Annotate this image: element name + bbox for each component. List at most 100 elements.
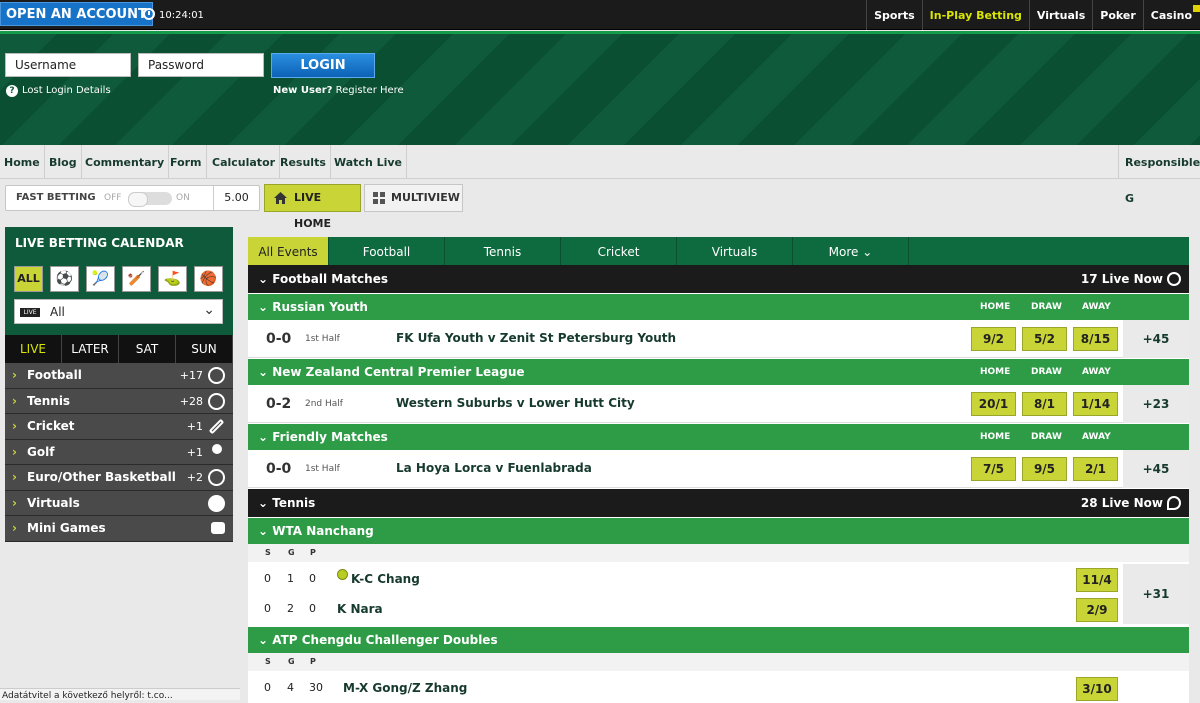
odd-draw[interactable]: 5/2 <box>1022 327 1067 351</box>
sport-item-mini-games[interactable]: › Mini Games <box>5 516 233 542</box>
event-score: 0-0 <box>266 331 292 347</box>
draw-header: DRAW <box>1031 367 1062 377</box>
event-row: 0-2 2nd Half Western Suburbs v Lower Hut… <box>248 385 1189 423</box>
subnav-form[interactable]: Form <box>166 145 207 179</box>
subnav-blog[interactable]: Blog <box>45 145 82 179</box>
tennis-live-count: 28 Live Now <box>1080 496 1163 510</box>
league-header[interactable]: ⌄ New Zealand Central Premier League HOME… <box>248 359 1189 385</box>
player-odd[interactable]: 3/10 <box>1076 677 1118 701</box>
football-section-header[interactable]: ⌄ Football Matches 17 Live Now <box>248 265 1189 293</box>
nav-in-play-betting[interactable]: In-Play Betting <box>921 0 1029 30</box>
subnav-results[interactable]: Results <box>276 145 331 179</box>
sport-item-basketball[interactable]: › Euro/Other Basketball +2 <box>5 465 233 491</box>
subnav-watch-live[interactable]: Watch Live <box>330 145 408 179</box>
filter-all-button[interactable]: ALL <box>14 266 43 292</box>
grid-icon <box>373 192 385 204</box>
player-name: K-C Chang <box>351 572 420 586</box>
register-label: Register Here <box>332 85 404 96</box>
league-header[interactable]: ⌄ Russian Youth HOME DRAW AWAY <box>248 294 1189 320</box>
nav-sports[interactable]: Sports <box>866 0 922 30</box>
tab-more[interactable]: More ⌄ <box>793 237 909 265</box>
login-button[interactable]: LOGIN <box>271 53 375 78</box>
password-field[interactable]: Password <box>138 53 264 77</box>
sport-name: Euro/Other Basketball <box>27 470 176 484</box>
player-points: 0 <box>309 602 316 615</box>
tab-all-events[interactable]: All Events <box>248 237 329 265</box>
league-header[interactable]: ⌄ ATP Chengdu Challenger Doubles <box>248 627 1189 653</box>
player-games: 4 <box>287 681 294 694</box>
register-link[interactable]: New User? Register Here <box>273 85 404 96</box>
day-tab-sun[interactable]: SUN <box>176 335 233 363</box>
league-name: ATP Chengdu Challenger Doubles <box>272 633 498 647</box>
nav-poker[interactable]: Poker <box>1092 0 1143 30</box>
more-markets[interactable]: +23 <box>1123 385 1189 423</box>
lost-login-link[interactable]: ? Lost Login Details <box>6 85 111 97</box>
username-field[interactable]: Username <box>5 53 131 77</box>
calendar-select[interactable]: LIVE All ⌄ <box>14 299 223 324</box>
multiview-button[interactable]: MULTIVIEW <box>364 184 463 212</box>
player-points: 0 <box>309 572 316 585</box>
player-odd[interactable]: 11/4 <box>1076 568 1118 592</box>
odd-away[interactable]: 8/15 <box>1073 327 1118 351</box>
calendar-select-value: All <box>50 305 65 319</box>
odd-draw[interactable]: 9/5 <box>1022 457 1067 481</box>
player-sets: 0 <box>264 681 271 694</box>
subnav-calculator[interactable]: Calculator <box>208 145 281 179</box>
nav-casino[interactable]: Casino <box>1142 0 1200 30</box>
nav-virtuals[interactable]: Virtuals <box>1028 0 1092 30</box>
fast-betting-toggle[interactable] <box>128 192 172 207</box>
draw-header: DRAW <box>1031 302 1062 312</box>
odd-away[interactable]: 2/1 <box>1073 457 1118 481</box>
odd-home[interactable]: 7/5 <box>971 457 1016 481</box>
sport-item-golf[interactable]: › Golf +1 <box>5 439 233 465</box>
open-account-button[interactable]: OPEN AN ACCOUNT <box>0 2 153 26</box>
football-icon <box>1167 272 1181 286</box>
more-markets[interactable]: +31 <box>1123 564 1189 624</box>
sport-item-virtuals[interactable]: › Virtuals <box>5 490 233 516</box>
tennis-section-header[interactable]: ⌄ Tennis 28 Live Now <box>248 489 1189 517</box>
golf-filter-icon[interactable]: ⛳ <box>158 266 187 292</box>
sport-item-football[interactable]: › Football +17 <box>5 363 233 389</box>
league-header[interactable]: ⌄ WTA Nanchang <box>248 518 1189 544</box>
event-name[interactable]: Western Suburbs v Lower Hutt City <box>396 396 635 410</box>
fast-betting-label: FAST BETTING <box>16 192 96 203</box>
stake-amount-input[interactable]: 5.00 <box>213 186 259 210</box>
day-tab-later[interactable]: LATER <box>62 335 119 363</box>
more-markets[interactable]: +45 <box>1123 320 1189 358</box>
event-name[interactable]: FK Ufa Youth v Zenit St Petersburg Youth <box>396 331 676 345</box>
player-name: K Nara <box>337 602 383 616</box>
odd-draw[interactable]: 8/1 <box>1022 392 1067 416</box>
odd-away[interactable]: 1/14 <box>1073 392 1118 416</box>
set-header: S <box>265 548 271 557</box>
clock-time: 10:24:01 <box>159 10 204 21</box>
fast-betting-bar: FAST BETTING OFF ON 5.00 <box>5 185 260 211</box>
home-header: HOME <box>980 367 1011 377</box>
tab-virtuals[interactable]: Virtuals <box>677 237 793 265</box>
live-home-button[interactable]: LIVE HOME <box>264 184 361 230</box>
event-name[interactable]: La Hoya Lorca v Fuenlabrada <box>396 461 592 475</box>
player-odd[interactable]: 2/9 <box>1076 598 1118 622</box>
football-filter-icon[interactable]: ⚽ <box>50 266 79 292</box>
league-name: Friendly Matches <box>272 430 388 444</box>
tab-tennis[interactable]: Tennis <box>445 237 561 265</box>
set-game-point-header: S G P <box>248 544 1189 562</box>
tab-football[interactable]: Football <box>329 237 445 265</box>
sport-item-tennis[interactable]: › Tennis +28 <box>5 388 233 414</box>
sport-name: Golf <box>27 444 55 459</box>
subnav-home[interactable]: Home <box>0 145 45 179</box>
day-tab-live[interactable]: LIVE <box>5 335 62 363</box>
basketball-filter-icon[interactable]: 🏀 <box>194 266 223 292</box>
tennis-filter-icon[interactable]: 🎾 <box>86 266 115 292</box>
cricket-filter-icon[interactable]: 🏏 <box>122 266 151 292</box>
sport-item-cricket[interactable]: › Cricket +1 <box>5 414 233 440</box>
league-header[interactable]: ⌄ Friendly Matches HOME DRAW AWAY <box>248 424 1189 450</box>
odd-home[interactable]: 20/1 <box>971 392 1016 416</box>
tab-cricket[interactable]: Cricket <box>561 237 677 265</box>
sport-name: Tennis <box>27 393 71 408</box>
subnav-commentary[interactable]: Commentary <box>81 145 170 179</box>
player-row: 0 2 0 K Nara 2/9 <box>248 594 1189 624</box>
more-markets[interactable]: +45 <box>1123 450 1189 488</box>
day-tab-sat[interactable]: SAT <box>119 335 176 363</box>
subnav-responsible-gambling[interactable]: Responsible G <box>1118 145 1200 205</box>
odd-home[interactable]: 9/2 <box>971 327 1016 351</box>
